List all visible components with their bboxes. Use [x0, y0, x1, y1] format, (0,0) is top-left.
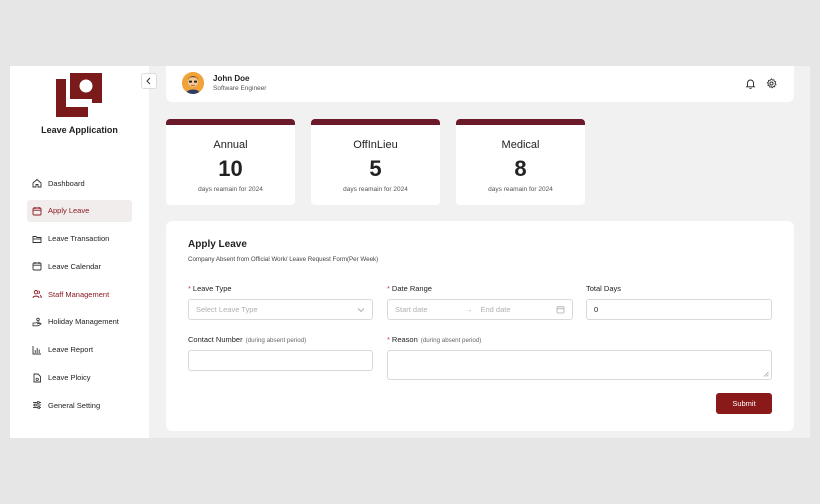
- users-icon: [32, 289, 42, 299]
- apply-leave-form: Apply Leave Company Absent from Official…: [166, 221, 794, 431]
- resize-handle-icon[interactable]: [763, 371, 769, 377]
- card-title: OffInLieu: [353, 139, 398, 151]
- calendar-edit-icon: [32, 206, 42, 216]
- sidebar-item-label: Leave Transaction: [48, 234, 110, 244]
- contact-hint: (during absent period): [245, 337, 307, 344]
- card-accent-bar: [311, 119, 440, 125]
- reason-label: * Reason (during absent period): [387, 335, 482, 344]
- sidebar-item-label: Leave Ploicy: [48, 373, 91, 383]
- sidebar-item-staff-management[interactable]: Staff Management: [27, 283, 132, 305]
- sidebar: Leave Application Dashboard Apply Leave …: [10, 66, 149, 438]
- form-title: Apply Leave: [188, 239, 247, 250]
- required-mark: *: [387, 284, 390, 293]
- form-subtitle: Company Absent from Official Work/ Leave…: [188, 256, 379, 263]
- date-range-label: * Date Range: [387, 284, 432, 293]
- sliders-icon: [32, 400, 42, 410]
- sidebar-item-label: Holiday Management: [48, 317, 119, 327]
- card-subtitle: days reamain for 2024: [488, 186, 553, 193]
- collapse-sidebar-button[interactable]: [141, 73, 157, 89]
- card-accent-bar: [166, 119, 295, 125]
- submit-button[interactable]: Submit: [716, 393, 772, 414]
- leave-type-select[interactable]: Select Leave Type: [188, 299, 373, 320]
- card-subtitle: days reamain for 2024: [343, 186, 408, 193]
- top-header: John Doe Software Engineer: [166, 66, 794, 102]
- sidebar-item-apply-leave[interactable]: Apply Leave: [27, 199, 132, 222]
- leave-card-annual: Annual 10 days reamain for 2024: [166, 119, 295, 205]
- end-date-input[interactable]: End date: [481, 305, 557, 314]
- total-days-label: Total Days: [586, 284, 622, 293]
- contact-number-input[interactable]: [188, 350, 373, 371]
- calendar-icon: [32, 261, 42, 271]
- sidebar-item-label: Staff Management: [48, 289, 110, 299]
- reason-hint: (during absent period): [420, 337, 482, 344]
- leave-card-offinlieu: OffInLieu 5 days reamain for 2024: [311, 119, 440, 205]
- date-range-picker[interactable]: Start date → End date: [387, 299, 573, 320]
- card-value: 10: [218, 156, 243, 181]
- folder-icon: [32, 234, 42, 244]
- chevron-left-icon: [146, 77, 151, 85]
- gear-icon[interactable]: [765, 77, 777, 89]
- sidebar-item-label: General Setting: [48, 400, 101, 410]
- sidebar-item-label: Leave Calendar: [48, 261, 101, 271]
- notification-bell-icon[interactable]: [744, 77, 756, 89]
- card-value: 8: [514, 156, 527, 181]
- card-title: Annual: [213, 139, 248, 151]
- start-date-input[interactable]: Start date: [395, 305, 465, 314]
- hand-icon: [32, 317, 42, 327]
- required-mark: *: [387, 335, 390, 344]
- leave-type-placeholder: Select Leave Type: [196, 305, 258, 314]
- sidebar-item-leave-policy[interactable]: Leave Ploicy: [27, 367, 132, 389]
- sidebar-item-dashboard[interactable]: Dashboard: [27, 172, 132, 194]
- sidebar-item-general-setting[interactable]: General Setting: [27, 394, 132, 416]
- required-mark: *: [188, 284, 191, 293]
- sidebar-item-label: Apply Leave: [48, 206, 90, 216]
- card-value: 5: [369, 156, 382, 181]
- chart-icon: [32, 345, 42, 355]
- leave-type-label: * Leave Type: [188, 284, 232, 293]
- card-accent-bar: [456, 119, 585, 125]
- reason-textarea[interactable]: [387, 350, 772, 380]
- user-role: Software Engineer: [213, 85, 267, 92]
- app-logo: [56, 73, 102, 117]
- sidebar-item-label: Dashboard: [48, 178, 85, 188]
- arrow-right-icon: →: [465, 305, 473, 314]
- chevron-down-icon: [357, 307, 365, 312]
- user-name: John Doe: [213, 74, 250, 83]
- sidebar-item-label: Leave Report: [48, 345, 94, 355]
- avatar[interactable]: [182, 72, 204, 94]
- leave-card-medical: Medical 8 days reamain for 2024: [456, 119, 585, 205]
- home-icon: [32, 178, 42, 188]
- calendar-icon: [556, 306, 565, 314]
- app-window: Leave Application Dashboard Apply Leave …: [10, 66, 810, 438]
- card-title: Medical: [501, 139, 540, 151]
- card-subtitle: days reamain for 2024: [198, 186, 263, 193]
- sidebar-nav: Dashboard Apply Leave Leave Transaction …: [27, 172, 132, 422]
- sidebar-item-holiday-management[interactable]: Holiday Management: [27, 311, 132, 333]
- contact-number-label: Contact Number (during absent period): [188, 335, 307, 344]
- app-title: Leave Application: [41, 125, 118, 135]
- document-icon: [32, 373, 42, 383]
- total-days-input[interactable]: 0: [586, 299, 772, 320]
- sidebar-item-leave-calendar[interactable]: Leave Calendar: [27, 255, 132, 277]
- sidebar-item-leave-report[interactable]: Leave Report: [27, 339, 132, 361]
- total-days-value: 0: [594, 305, 599, 314]
- sidebar-item-leave-transaction[interactable]: Leave Transaction: [27, 228, 132, 250]
